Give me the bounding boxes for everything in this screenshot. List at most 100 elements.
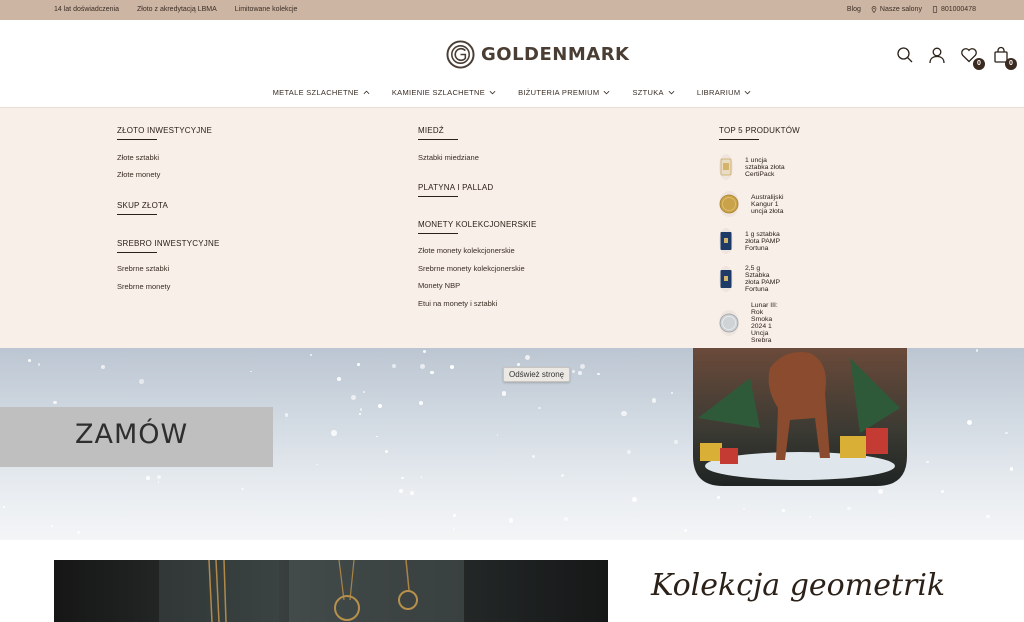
feature-lbma: Złoto z akredytacją LBMA (137, 6, 217, 13)
nav-item-label: SZTUKA (632, 88, 664, 97)
snowflake (516, 362, 520, 367)
snowflake (966, 419, 972, 425)
top-bar: 14 lat doświadczenia Złoto z akredytacją… (0, 0, 1024, 20)
collection-image[interactable] (54, 560, 608, 622)
search-button[interactable] (896, 46, 914, 64)
nav-item-metale-szlachetne[interactable]: METALE SZLACHETNE (273, 88, 370, 97)
snowflake (409, 490, 414, 495)
section-title-skup[interactable]: SKUP ZŁOTA (117, 201, 168, 215)
cart-button[interactable]: 0 (992, 46, 1017, 70)
phone-number: 801000478 (940, 6, 976, 13)
section-title-srebro[interactable]: SREBRO INWESTYCYJNE (117, 239, 219, 253)
nav-item-sztuka[interactable]: SZTUKA (632, 88, 675, 97)
snowflake (419, 401, 423, 406)
top-bar-links: Blog Nasze salony 801000478 (847, 6, 976, 13)
link-srebrne-monety-kolekcjonerskie[interactable]: Srebrne monety kolekcjonerskie (418, 264, 525, 273)
link-srebrne-monety[interactable]: Srebrne monety (117, 282, 170, 291)
snowflake (940, 489, 944, 493)
snowflake (1009, 467, 1014, 472)
product-thumbnail (719, 266, 733, 292)
snowflake (429, 370, 434, 375)
order-cta-label: ZAMÓW (75, 419, 189, 450)
snowflake (496, 434, 499, 436)
link-etui[interactable]: Etui na monety i sztabki (418, 299, 497, 308)
snowflake (651, 398, 657, 403)
snowflake (157, 475, 162, 480)
link-sztabki-miedziane[interactable]: Sztabki miedziane (418, 153, 479, 162)
snowflake (524, 354, 531, 360)
snowflake (975, 349, 979, 352)
link-srebrne-sztabki[interactable]: Srebrne sztabki (117, 264, 169, 273)
nav-item-bizuteria-premium[interactable]: BIŻUTERIA PREMIUM (518, 88, 610, 97)
snowflake (241, 487, 244, 491)
section-title-platyna[interactable]: PLATYNA I PALLAD (418, 183, 493, 197)
product-item-lunar[interactable]: Lunar III: Rok Smoka 2024 1 Uncja Srebra (719, 302, 778, 344)
link-zlote-monety[interactable]: Złote monety (117, 170, 160, 179)
section-title-monety-kolekcjonerskie[interactable]: MONETY KOLEKCJONERSKIE (418, 220, 537, 234)
link-zlote-sztabki[interactable]: Złote sztabki (117, 153, 159, 162)
chevron-down-icon (668, 90, 675, 95)
chevron-down-icon (604, 90, 610, 95)
product-thumbnail (719, 228, 733, 254)
nav-item-librarium[interactable]: LIBRARIUM (697, 88, 752, 97)
location-pin-icon (871, 6, 877, 13)
snowflake (621, 410, 627, 417)
snowflake (336, 376, 341, 381)
snowflake (315, 463, 318, 466)
nav-item-label: LIBRARIUM (696, 88, 741, 97)
site-header: GOLDENMARK 0 0 METALE SZLACHETNE KAMIENI… (0, 20, 1024, 108)
logo[interactable]: GOLDENMARK (446, 40, 630, 69)
salons-label: Nasze salony (879, 6, 922, 13)
snowflake (391, 364, 396, 369)
silver-coin-icon (719, 313, 739, 333)
snowflake (572, 369, 576, 374)
nav-item-kamienie-szlachetne[interactable]: KAMIENIE SZLACHETNE (392, 88, 496, 97)
snowflake (362, 391, 365, 394)
wishlist-count-badge: 0 (973, 58, 985, 70)
snowflake (157, 480, 160, 483)
snowflake (452, 513, 457, 518)
phone-icon (932, 6, 938, 13)
account-button[interactable] (928, 46, 946, 64)
snowflake (743, 508, 746, 510)
product-item-pamp-1g[interactable]: 1 g sztabka złota PAMP Fortuna (719, 228, 780, 254)
section-title-miedz[interactable]: MIEDŹ (418, 126, 458, 140)
snow-globe-image (693, 348, 907, 486)
product-item-certipack[interactable]: 1 uncja sztabka złota CertiPack (719, 154, 786, 180)
link-zlote-monety-kolekcjonerskie[interactable]: Złote monety kolekcjonerskie (418, 246, 515, 255)
snowflake (716, 496, 721, 500)
snowflake (53, 400, 57, 405)
snowflake (781, 509, 785, 512)
snowflake (508, 518, 513, 523)
chevron-down-icon (744, 90, 751, 95)
logo-mark-icon (446, 40, 475, 69)
blog-link[interactable]: Blog (847, 6, 861, 13)
feature-limited: Limitowane kolekcje (234, 6, 298, 13)
nav-item-label: METALE SZLACHETNE (272, 88, 359, 97)
mega-menu: ZŁOTO INWESTYCYJNE Złote sztabki Złote m… (0, 108, 1024, 348)
product-thumbnail (719, 191, 739, 217)
wishlist-button[interactable]: 0 (960, 46, 985, 70)
link-monety-nbp[interactable]: Monety NBP (418, 281, 460, 290)
snowflake (449, 364, 454, 369)
snowflake (38, 363, 41, 366)
snowflake (670, 391, 673, 394)
snowflake (358, 413, 361, 415)
top-bar-features: 14 lat doświadczenia Złoto z akredytacją… (54, 6, 297, 13)
refresh-page-tooltip: Odśwież stronę (503, 367, 571, 382)
snowflake (101, 364, 106, 369)
snowflake (422, 349, 427, 353)
user-icon (929, 47, 945, 64)
header-actions: 0 0 (896, 46, 1017, 70)
snowflake (674, 440, 678, 445)
product-item-kangur[interactable]: Australijski Kangur 1 uncja złota (719, 191, 789, 217)
phone-link[interactable]: 801000478 (932, 6, 976, 13)
snowflake (925, 460, 929, 464)
order-cta-banner[interactable]: ZAMÓW (0, 407, 273, 467)
snowflake (564, 517, 568, 521)
nav-item-label: KAMIENIE SZLACHETNE (391, 88, 486, 97)
product-item-pamp-2-5g[interactable]: 2,5 g Sztabka złota PAMP Fortuna (719, 265, 782, 293)
salons-link[interactable]: Nasze salony (871, 6, 922, 13)
snowflake (877, 488, 883, 494)
section-title-zloto[interactable]: ZŁOTO INWESTYCYJNE (117, 126, 212, 140)
